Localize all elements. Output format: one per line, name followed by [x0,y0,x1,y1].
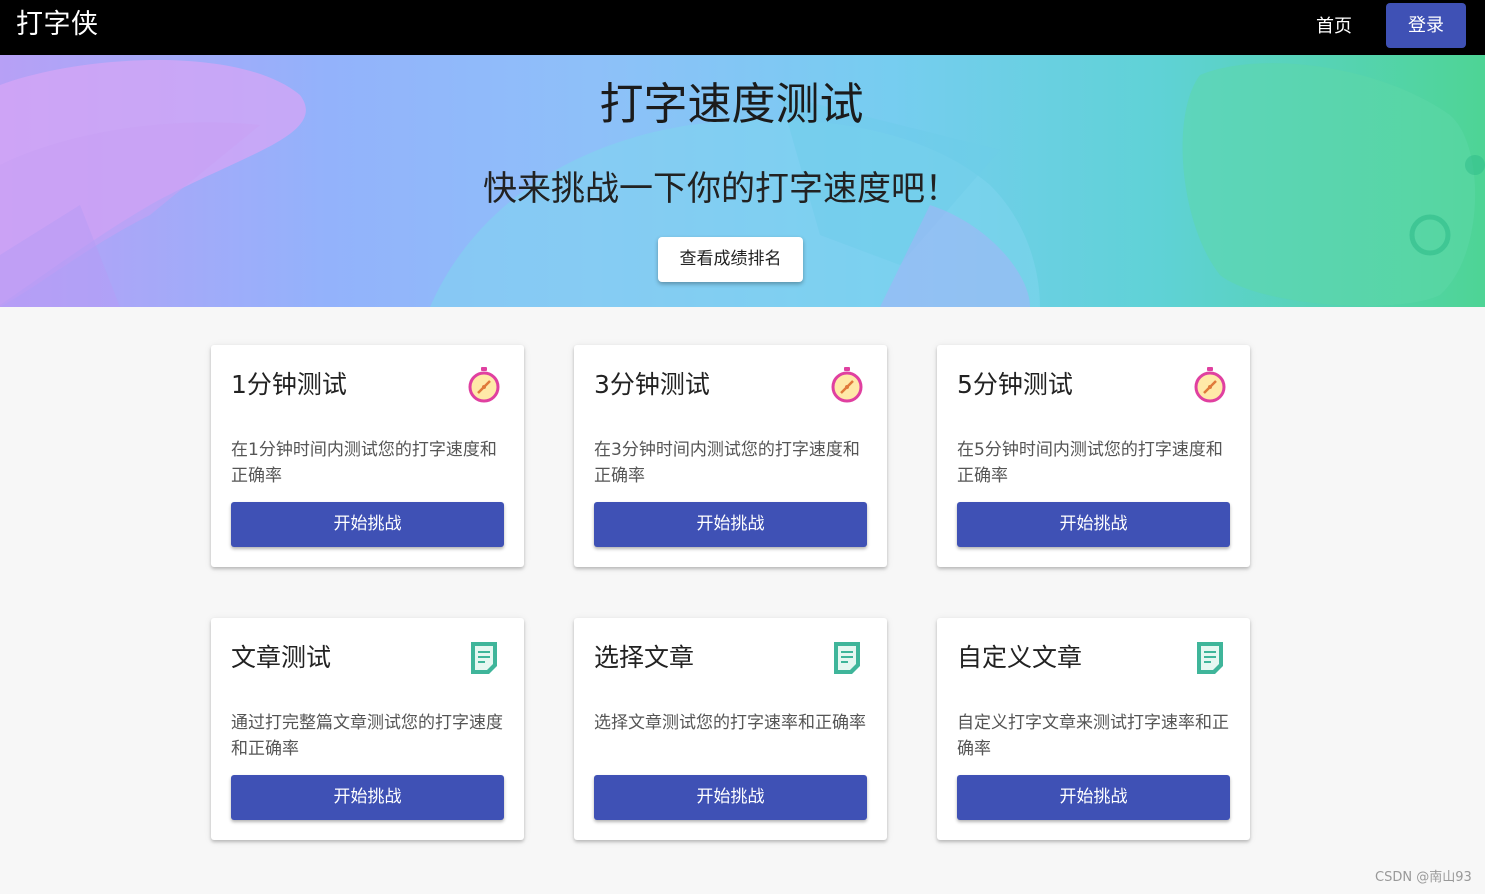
start-challenge-button[interactable]: 开始挑战 [594,502,867,547]
card-5min-test: 5分钟测试 在5分钟时间内测试您的打字速度和正确率 开始挑战 [937,345,1250,567]
card-select-article: 选择文章 选择文章测试您的打字速率和正确率 开始挑战 [574,618,887,840]
card-title: 选择文章 [594,643,695,672]
stopwatch-icon [831,367,863,403]
view-ranking-button[interactable]: 查看成绩排名 [658,237,803,282]
stopwatch-icon [1194,367,1226,403]
card-title: 文章测试 [231,643,332,672]
card-custom-article: 自定义文章 自定义打字文章来测试打字速率和正确率 开始挑战 [937,618,1250,840]
document-icon [1197,642,1223,674]
card-article-test: 文章测试 通过打完整篇文章测试您的打字速度和正确率 开始挑战 [211,618,524,840]
start-challenge-button[interactable]: 开始挑战 [231,502,504,547]
start-challenge-button[interactable]: 开始挑战 [231,775,504,820]
start-challenge-button[interactable]: 开始挑战 [957,775,1230,820]
card-description: 在3分钟时间内测试您的打字速度和正确率 [594,440,860,486]
card-title: 5分钟测试 [957,370,1073,399]
document-icon [834,642,860,674]
card-1min-test: 1分钟测试 在1分钟时间内测试您的打字速度和正确率 开始挑战 [211,345,524,567]
card-title: 自定义文章 [957,643,1083,672]
brand-logo[interactable]: 打字侠 [16,8,99,42]
card-description: 通过打完整篇文章测试您的打字速度和正确率 [231,713,503,759]
card-title: 3分钟测试 [594,370,710,399]
card-description: 在1分钟时间内测试您的打字速度和正确率 [231,440,497,486]
card-description: 在5分钟时间内测试您的打字速度和正确率 [957,440,1223,486]
card-3min-test: 3分钟测试 在3分钟时间内测试您的打字速度和正确率 开始挑战 [574,345,887,567]
document-icon [471,642,497,674]
login-button[interactable]: 登录 [1386,3,1466,48]
watermark: CSDN @南山93 [1375,870,1472,885]
hero-subtitle: 快来挑战一下你的打字速度吧！ [483,169,959,209]
nav-home-link[interactable]: 首页 [1304,13,1364,41]
card-description: 选择文章测试您的打字速率和正确率 [594,713,866,733]
hero-banner: 打字速度测试 快来挑战一下你的打字速度吧！ 查看成绩排名 [0,55,1485,307]
card-description: 自定义打字文章来测试打字速率和正确率 [957,713,1229,759]
navbar: 打字侠 首页 登录 [0,0,1485,55]
card-title: 1分钟测试 [231,370,347,399]
stopwatch-icon [468,367,500,403]
hero-title: 打字速度测试 [599,79,864,130]
start-challenge-button[interactable]: 开始挑战 [957,502,1230,547]
start-challenge-button[interactable]: 开始挑战 [594,775,867,820]
